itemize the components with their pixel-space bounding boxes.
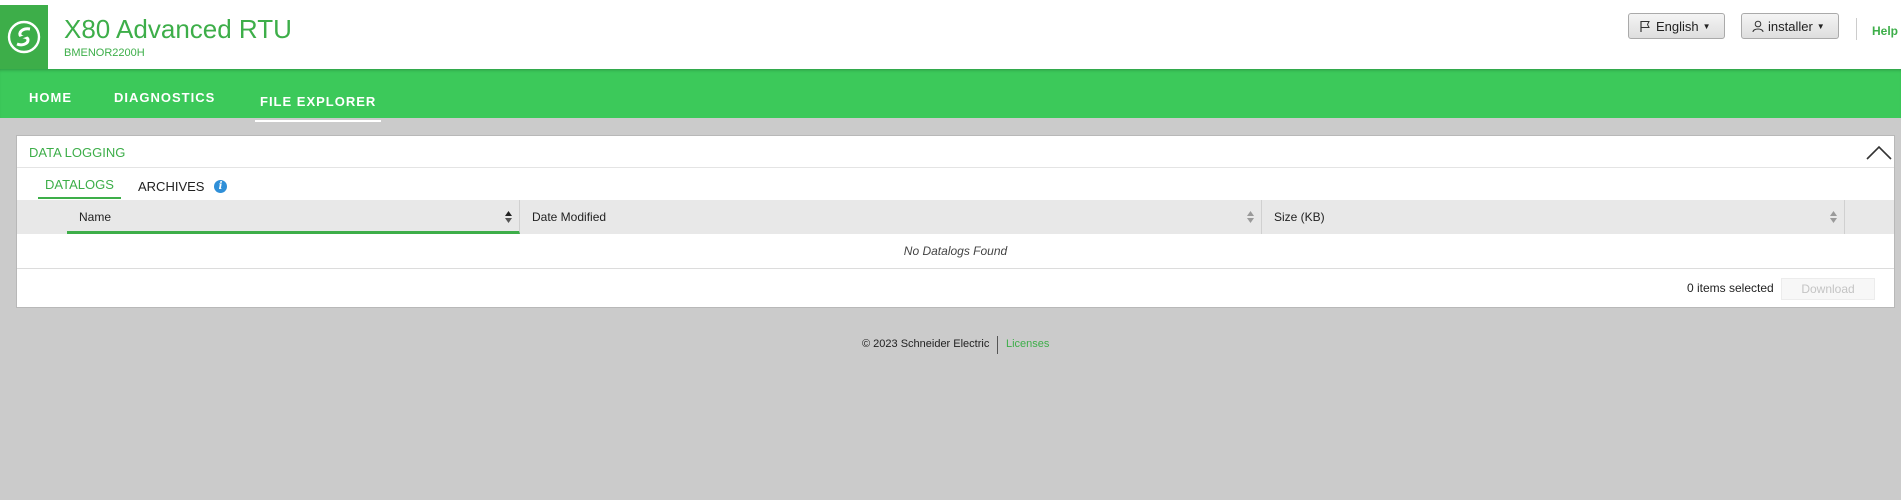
column-label: Date Modified	[532, 210, 607, 224]
nav-home[interactable]: HOME	[29, 69, 72, 112]
sort-icon	[1247, 211, 1254, 223]
column-header-date-modified[interactable]: Date Modified	[520, 200, 1262, 234]
main-nav: HOME DIAGNOSTICS FILE EXPLORER	[0, 69, 1901, 122]
app-header: X80 Advanced RTU BMENOR2200H English ▼ i…	[0, 5, 1901, 69]
copyright-text: © 2023 Schneider Electric	[862, 338, 990, 350]
user-icon	[1752, 20, 1764, 32]
panel-title: DATA LOGGING	[29, 145, 126, 160]
empty-table-message: No Datalogs Found	[903, 244, 1008, 258]
sort-icon	[1830, 211, 1837, 223]
panel-divider	[17, 167, 1894, 168]
sort-active-icon	[505, 211, 512, 223]
data-logging-panel: DATA LOGGING DATALOGS ARCHIVES i Name Da…	[16, 135, 1895, 308]
column-header-size[interactable]: Size (KB)	[1262, 200, 1845, 234]
life-is-on-icon	[7, 20, 41, 54]
footer-divider	[997, 336, 998, 354]
info-icon[interactable]: i	[214, 180, 227, 193]
licenses-link[interactable]: Licenses	[1006, 338, 1049, 350]
help-link[interactable]: Help	[1872, 24, 1898, 38]
tab-datalogs[interactable]: DATALOGS	[38, 177, 121, 199]
collapse-icon[interactable]	[1864, 142, 1894, 162]
download-button[interactable]: Download	[1781, 278, 1875, 300]
device-model: BMENOR2200H	[64, 47, 145, 59]
flag-icon	[1640, 20, 1650, 32]
nav-diagnostics[interactable]: DIAGNOSTICS	[114, 69, 215, 112]
table-header: Name Date Modified Size (KB)	[17, 200, 1894, 234]
user-dropdown[interactable]: installer ▼	[1741, 13, 1839, 39]
caret-down-icon: ▼	[1816, 21, 1825, 31]
column-label: Name	[79, 210, 112, 224]
header-divider	[1856, 18, 1857, 40]
selection-count: 0 items selected	[1687, 281, 1774, 295]
app-title: X80 Advanced RTU	[64, 14, 292, 44]
caret-down-icon: ▼	[1702, 21, 1711, 31]
nav-file-explorer[interactable]: FILE EXPLORER	[255, 80, 382, 122]
column-label: Size (KB)	[1274, 210, 1325, 224]
user-label: installer	[1768, 18, 1813, 34]
schneider-logo	[0, 5, 48, 69]
column-header-name[interactable]: Name	[67, 200, 520, 234]
language-dropdown[interactable]: English ▼	[1628, 13, 1725, 39]
language-label: English	[1656, 18, 1699, 34]
table-footer-divider	[17, 268, 1894, 269]
tab-archives[interactable]: ARCHIVES	[138, 179, 204, 194]
